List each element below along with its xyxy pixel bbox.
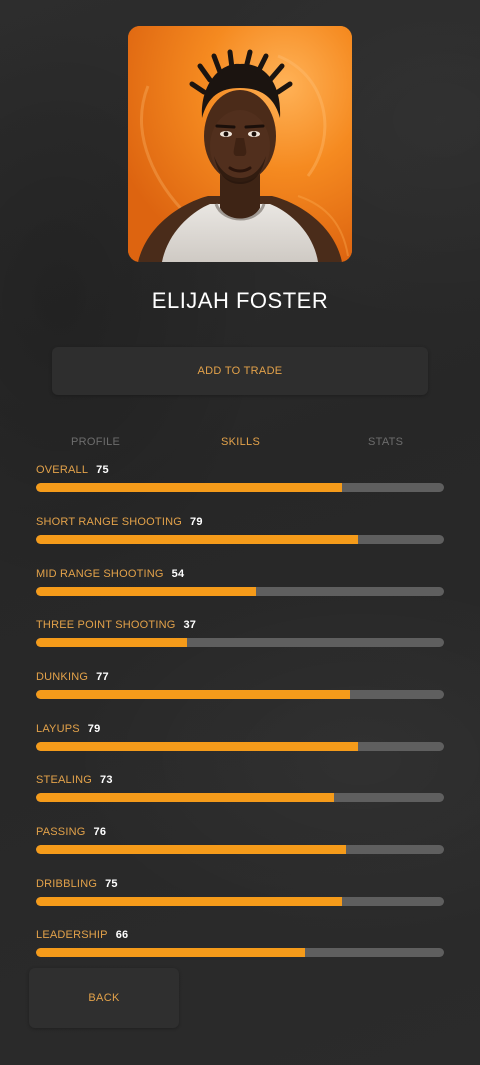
back-button[interactable]: BACK bbox=[29, 968, 179, 1028]
skill-row-short-range-shooting: SHORT RANGE SHOOTING 79 bbox=[36, 516, 444, 546]
skill-value: 76 bbox=[93, 826, 107, 838]
skill-label: MID RANGE SHOOTING bbox=[36, 568, 164, 580]
skill-value: 75 bbox=[96, 464, 109, 476]
skill-row-dribbling: DRIBBLING 75 bbox=[36, 878, 444, 908]
skill-bar-track bbox=[36, 535, 444, 544]
tab-bar: PROFILE SKILLS STATS bbox=[0, 436, 480, 452]
skill-row-leadership: LEADERSHIP 66 bbox=[36, 929, 444, 959]
skill-bar-fill bbox=[36, 587, 257, 596]
tab-skills[interactable]: SKILLS bbox=[221, 436, 260, 448]
skill-row-dunking: DUNKING 77 bbox=[36, 671, 444, 701]
skill-value: 79 bbox=[190, 516, 203, 528]
skill-bar-track bbox=[36, 845, 444, 854]
skill-bar-fill bbox=[36, 845, 347, 854]
skill-bar-fill bbox=[36, 638, 187, 647]
skill-bar-fill bbox=[36, 793, 334, 802]
skill-bar-fill bbox=[36, 897, 342, 906]
skill-label: LAYUPS bbox=[36, 723, 80, 735]
skill-label: THREE POINT SHOOTING bbox=[36, 619, 176, 631]
skill-bar-track bbox=[36, 793, 444, 802]
skill-bar-track bbox=[36, 587, 444, 596]
back-label: BACK bbox=[88, 992, 120, 1004]
skill-value: 75 bbox=[105, 878, 118, 890]
skill-bar-track bbox=[36, 638, 444, 647]
skill-bar-fill bbox=[36, 948, 306, 957]
skill-label: OVERALL bbox=[36, 464, 89, 476]
skill-row-passing: PASSING 76 bbox=[36, 826, 444, 856]
tab-profile[interactable]: PROFILE bbox=[71, 436, 120, 448]
skill-value: 66 bbox=[115, 929, 129, 941]
skill-bar-fill bbox=[36, 690, 351, 699]
skill-bar-track bbox=[36, 483, 444, 492]
skill-bar-track bbox=[36, 948, 444, 957]
skill-bar-track bbox=[36, 690, 444, 699]
skill-row-mid-range-shooting: MID RANGE SHOOTING 54 bbox=[36, 568, 444, 598]
skill-bar-track bbox=[36, 742, 444, 751]
skill-bar-fill bbox=[36, 742, 359, 751]
skill-label: SHORT RANGE SHOOTING bbox=[36, 516, 183, 528]
skill-bar-track bbox=[36, 897, 444, 906]
skill-row-layups: LAYUPS 79 bbox=[36, 723, 444, 753]
add-to-trade-button[interactable]: ADD TO TRADE bbox=[52, 347, 428, 395]
skill-value: 54 bbox=[171, 568, 185, 580]
skill-label: DRIBBLING bbox=[36, 878, 98, 890]
skill-label: STEALING bbox=[36, 774, 93, 786]
player-portrait-icon bbox=[128, 26, 352, 262]
player-name: ELIJAH FOSTER bbox=[151, 288, 329, 313]
skill-value: 79 bbox=[87, 723, 101, 735]
skill-row-three-point-shooting: THREE POINT SHOOTING 37 bbox=[36, 619, 444, 649]
skill-row-stealing: STEALING 73 bbox=[36, 774, 444, 804]
skill-label: PASSING bbox=[36, 826, 86, 838]
skill-value: 37 bbox=[183, 619, 197, 631]
tab-stats[interactable]: STATS bbox=[368, 436, 403, 448]
skill-row-overall: OVERALL 75 bbox=[36, 464, 444, 494]
skill-label: LEADERSHIP bbox=[36, 929, 108, 941]
skill-value: 77 bbox=[96, 671, 109, 683]
skill-bar-fill bbox=[36, 483, 342, 492]
skill-label: DUNKING bbox=[36, 671, 89, 683]
skill-value: 73 bbox=[100, 774, 113, 786]
add-to-trade-label: ADD TO TRADE bbox=[197, 365, 283, 377]
skill-bar-fill bbox=[36, 535, 359, 544]
